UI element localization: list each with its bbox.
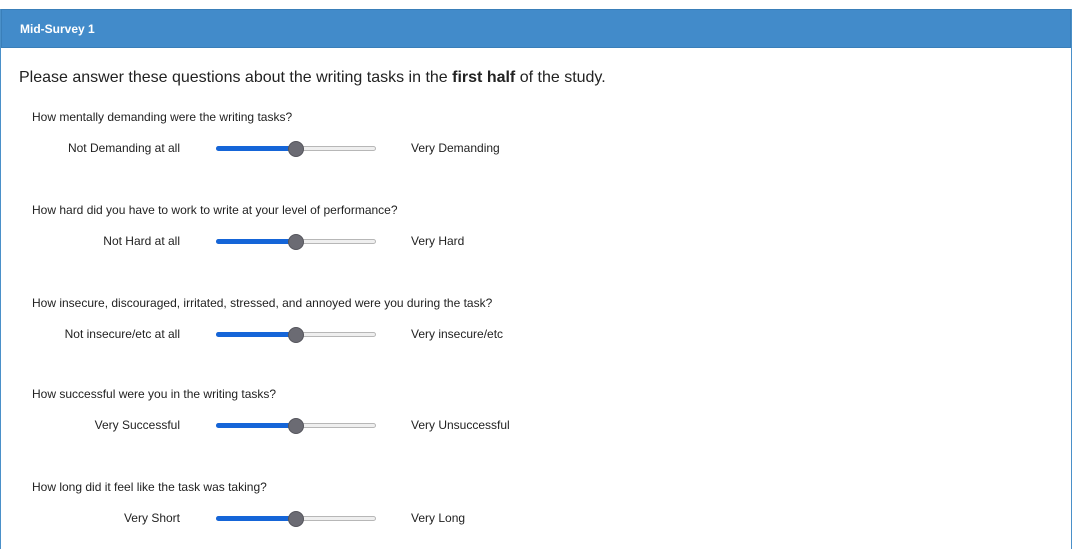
intro-text: Please answer these questions about the …	[19, 69, 606, 87]
question-slider-row: Very Short Very Long	[32, 508, 932, 530]
slider-thumb[interactable]	[288, 511, 304, 527]
slider-thumb[interactable]	[288, 234, 304, 250]
rating-slider[interactable]	[216, 418, 376, 434]
panel-header: Mid-Survey 1	[1, 9, 1071, 48]
rating-slider[interactable]	[216, 327, 376, 343]
question-1: How mentally demanding were the writing …	[32, 109, 932, 160]
panel-title: Mid-Survey 1	[20, 22, 95, 36]
slider-left-label: Very Short	[123, 511, 180, 525]
question-text: How successful were you in the writing t…	[32, 387, 277, 401]
question-text: How mentally demanding were the writing …	[32, 110, 293, 124]
question-text: How insecure, discouraged, irritated, st…	[32, 296, 493, 310]
question-slider-row: Not insecure/etc at all Very insecure/et…	[32, 324, 932, 346]
rating-slider[interactable]	[216, 511, 376, 527]
slider-thumb[interactable]	[288, 418, 304, 434]
slider-fill	[216, 146, 296, 151]
rating-slider[interactable]	[216, 234, 376, 250]
question-slider-row: Not Demanding at all Very Demanding	[32, 138, 932, 160]
question-text: How hard did you have to work to write a…	[32, 203, 398, 217]
top-strip	[0, 0, 1073, 9]
slider-fill	[216, 423, 296, 428]
rating-slider[interactable]	[216, 141, 376, 157]
slider-right-label: Very Demanding	[411, 141, 500, 155]
question-slider-row: Very Successful Very Unsuccessful	[32, 415, 932, 437]
question-slider-row: Not Hard at all Very Hard	[32, 231, 932, 253]
intro-after: of the study.	[515, 69, 606, 86]
slider-fill	[216, 516, 296, 521]
question-5: How long did it feel like the task was t…	[32, 479, 932, 530]
slider-fill	[216, 239, 296, 244]
slider-left-label: Not insecure/etc at all	[64, 327, 180, 341]
slider-left-label: Very Successful	[94, 418, 180, 432]
slider-right-label: Very Hard	[411, 234, 465, 248]
intro-bold: first half	[452, 69, 516, 86]
question-3: How insecure, discouraged, irritated, st…	[32, 295, 932, 346]
question-4: How successful were you in the writing t…	[32, 386, 932, 437]
slider-right-label: Very insecure/etc	[411, 327, 504, 341]
slider-right-label: Very Unsuccessful	[411, 418, 510, 432]
question-2: How hard did you have to work to write a…	[32, 202, 932, 253]
slider-left-label: Not Hard at all	[103, 234, 180, 248]
slider-right-label: Very Long	[411, 511, 466, 525]
slider-fill	[216, 332, 296, 337]
slider-thumb[interactable]	[288, 327, 304, 343]
intro-before: Please answer these questions about the …	[19, 69, 453, 86]
survey-panel: Mid-Survey 1 Please answer these questio…	[0, 9, 1072, 549]
question-text: How long did it feel like the task was t…	[32, 480, 267, 494]
slider-left-label: Not Demanding at all	[67, 141, 180, 155]
slider-thumb[interactable]	[288, 141, 304, 157]
